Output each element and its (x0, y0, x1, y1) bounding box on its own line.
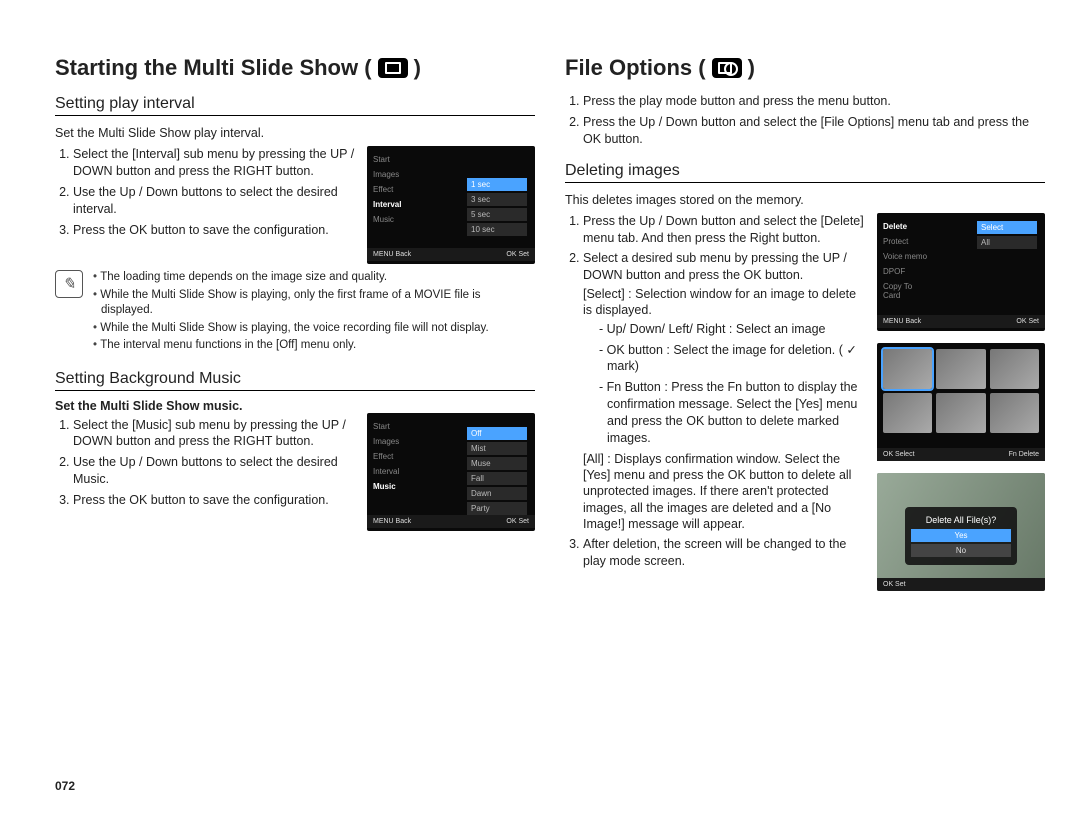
music-screen: Start Images Effect Interval Music Off M… (367, 413, 535, 531)
heading-play-interval: Setting play interval (55, 95, 535, 116)
intro-deleting: This deletes images stored on the memory… (565, 193, 1045, 207)
confirm-no: No (911, 544, 1011, 557)
right-column: File Options ( ) Press the play mode but… (565, 55, 1045, 785)
delete-menu-left: Delete Protect Voice memo DPOF Copy To C… (883, 219, 929, 303)
interval-notes: ✎ The loading time depends on the image … (55, 270, 535, 356)
intro-bg-music: Set the Multi Slide Show music. (55, 399, 535, 413)
thumb (883, 393, 932, 433)
intro-play-interval: Set the Multi Slide Show play interval. (55, 126, 535, 140)
delete-menu-right: Select All (977, 221, 1037, 251)
heading-bg-music: Setting Background Music (55, 370, 535, 391)
music-footer: MENU Back OK Set (367, 515, 535, 528)
interval-screen: Start Images Effect Interval Music 1 sec… (367, 146, 535, 264)
page-number: 072 (55, 779, 75, 793)
thumb (936, 393, 985, 433)
thumb-footer: OK Select Fn Delete (877, 448, 1045, 461)
heading-deleting-images: Deleting images (565, 162, 1045, 183)
left-column: Starting the Multi Slide Show ( ) Settin… (55, 55, 535, 785)
note-list: The loading time depends on the image si… (93, 270, 535, 356)
note-icon: ✎ (55, 270, 83, 298)
thumb (883, 349, 932, 389)
delete-menu-screen: Delete Protect Voice memo DPOF Copy To C… (877, 213, 1045, 331)
file-options-icon (712, 58, 742, 78)
interval-footer: MENU Back OK Set (367, 248, 535, 261)
thumbnail-select-screen: OK Select Fn Delete (877, 343, 1045, 461)
music-options: Off Mist Muse Fall Dawn Party (467, 427, 527, 517)
confirm-yes: Yes (911, 529, 1011, 542)
interval-options: 1 sec 3 sec 5 sec 10 sec (467, 178, 527, 238)
confirm-dialog: Delete All File(s)? Yes No (905, 507, 1017, 565)
delete-menu-footer: MENU Back OK Set (877, 315, 1045, 328)
confirm-footer: OK Set (877, 578, 1045, 591)
interval-menu: Start Images Effect Interval Music (373, 152, 419, 227)
thumb (990, 349, 1039, 389)
slideshow-icon (378, 58, 408, 78)
thumb (936, 349, 985, 389)
confirm-delete-screen: Delete All File(s)? Yes No OK Set (877, 473, 1045, 591)
manual-page: Starting the Multi Slide Show ( ) Settin… (0, 0, 1080, 815)
thumb (990, 393, 1039, 433)
thumbnail-grid (883, 349, 1039, 433)
left-title: Starting the Multi Slide Show ( ) (55, 55, 535, 81)
music-menu: Start Images Effect Interval Music (373, 419, 419, 494)
delete-screens: Delete Protect Voice memo DPOF Copy To C… (877, 213, 1045, 603)
file-options-intro: Press the play mode button and press the… (565, 93, 1045, 148)
right-title: File Options ( ) (565, 55, 1045, 81)
